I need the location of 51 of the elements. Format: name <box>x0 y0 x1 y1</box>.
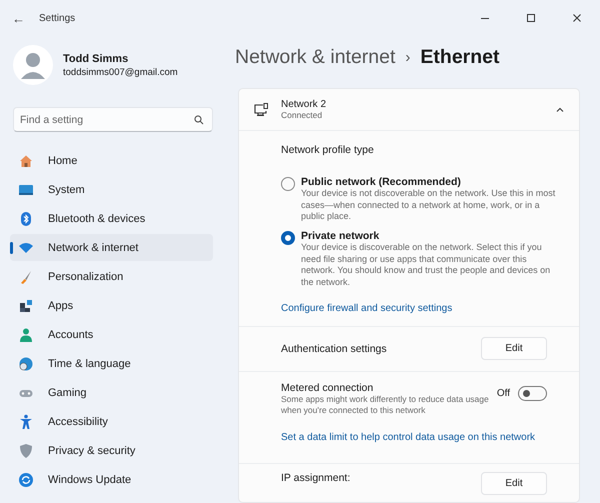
network-status: Connected <box>281 110 324 120</box>
edit-button[interactable]: Edit <box>481 337 547 360</box>
setting-label: IP assignment: <box>281 472 350 484</box>
sidebar-item[interactable]: Personalization <box>10 263 213 290</box>
sidebar-item[interactable]: Bluetooth & devices <box>10 205 213 232</box>
sidebar-item[interactable]: Accounts <box>10 321 213 348</box>
sidebar-item[interactable]: Time & language <box>10 350 213 377</box>
user-name: Todd Simms <box>63 52 130 64</box>
search-field[interactable]: Find a setting <box>13 107 213 132</box>
nav-icon <box>18 298 34 314</box>
section-heading: Network profile type <box>281 143 375 158</box>
setting-label: Authentication settings <box>281 342 387 355</box>
network-name: Network 2 <box>281 99 326 110</box>
setting-description: Some apps might work differently to reduce data usage when you're connected to this network <box>281 394 490 416</box>
page-title: Ethernet <box>420 46 500 68</box>
nav-icon <box>18 442 34 458</box>
option-description: Your device is discoverable on the network. Select this if you need file sharing or use apps that communicate over this network. You should know and trust the people and devices on the network. <box>301 242 552 289</box>
sidebar-item[interactable]: Apps <box>10 292 213 319</box>
nav-icon <box>18 210 34 226</box>
breadcrumb-parent[interactable]: Network & internet <box>235 46 396 68</box>
network-header[interactable]: Network 2 Connected <box>239 89 579 131</box>
firewall-link[interactable]: Configure firewall and security settings <box>281 302 452 314</box>
search-icon <box>194 115 204 125</box>
sidebar-item[interactable]: System <box>10 176 213 203</box>
edit-button[interactable]: Edit <box>481 472 547 495</box>
sidebar-item[interactable]: Privacy & security <box>10 437 213 464</box>
radio-button[interactable] <box>281 177 295 191</box>
radio-button[interactable] <box>281 231 295 246</box>
nav-icon <box>18 414 34 430</box>
sidebar-item[interactable]: Accessibility <box>10 408 213 435</box>
sidebar-item[interactable]: Network & internet <box>10 234 213 261</box>
sidebar-item[interactable]: Home <box>10 147 213 174</box>
option-title: Public network (Recommended) <box>301 176 462 188</box>
sidebar-item[interactable]: Windows Update <box>10 466 213 493</box>
window-title: Settings <box>39 12 76 24</box>
data-limit-link[interactable]: Set a data limit to help control data usage on this network <box>281 432 536 443</box>
nav-icon <box>18 472 34 488</box>
ethernet-icon <box>253 102 269 118</box>
back-button[interactable]: ← <box>12 10 25 26</box>
sidebar-item[interactable]: Gaming <box>10 379 213 406</box>
nav-icon <box>18 356 34 372</box>
user-email: toddsimms007@gmail.com <box>63 66 178 78</box>
option-title: Private network <box>301 230 380 242</box>
avatar <box>13 45 53 85</box>
toggle-switch[interactable] <box>518 386 547 401</box>
toggle-state: Off <box>496 388 510 399</box>
nav-icon <box>18 152 34 168</box>
setting-label: Metered connection <box>281 382 374 394</box>
option-description: Your device is not discoverable on the network. Use this in most cases—when connected to a network at home, work, or in a public place. <box>301 188 556 224</box>
breadcrumb-separator: › <box>405 48 410 66</box>
nav-icon <box>18 326 34 342</box>
